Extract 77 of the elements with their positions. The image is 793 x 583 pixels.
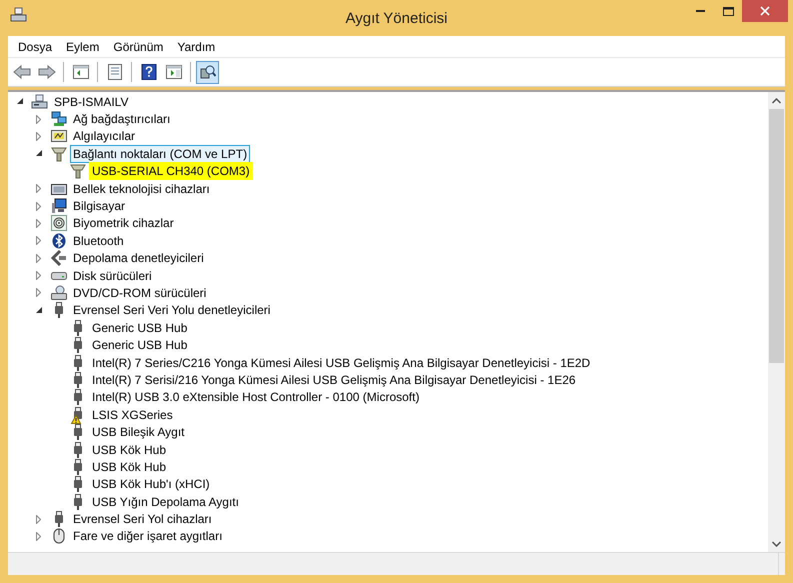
close-icon[interactable]	[742, 0, 788, 22]
tree-item[interactable]: Intel(R) 7 Series/C216 Yonga Kümesi Ailesi USB Gelişmiş Ana Bilgisayar Denetleyicisi - 1E2D	[89, 354, 594, 372]
usb-plug-icon	[72, 354, 82, 371]
menu-item[interactable]: Eylem	[59, 40, 106, 54]
window-title: Aygıt Yöneticisi	[346, 10, 448, 27]
tree-item[interactable]: USB Kök Hub	[89, 458, 170, 476]
fingerprint-icon	[50, 215, 66, 232]
tree-item[interactable]: Disk sürücüleri	[70, 266, 155, 285]
expanded-arrow-icon[interactable]	[36, 150, 43, 158]
scan-hardware-icon[interactable]	[196, 60, 219, 84]
tree-item[interactable]: Fare ve diğer işaret aygıtları	[70, 527, 226, 546]
usb-plug-icon	[54, 511, 64, 528]
collapsed-arrow-icon[interactable]	[36, 271, 41, 280]
tree-item[interactable]: Evrensel Seri Veri Yolu denetleyicileri	[70, 301, 274, 320]
expanded-arrow-icon[interactable]	[36, 306, 43, 314]
computer-icon	[31, 94, 48, 110]
usb-plug-icon	[72, 442, 82, 458]
tree-item[interactable]: USB Kök Hub	[89, 440, 170, 459]
menu-item[interactable]: Yardım	[170, 40, 222, 54]
expanded-arrow-icon[interactable]	[17, 98, 24, 106]
storage-controller-icon	[50, 250, 66, 266]
scroll-thumb[interactable]	[769, 109, 784, 363]
port-icon	[50, 146, 66, 162]
scroll-down-icon[interactable]	[772, 540, 781, 546]
tree-item[interactable]: Bellek teknolojisi cihazları	[70, 180, 213, 198]
collapsed-arrow-icon[interactable]	[36, 114, 41, 124]
collapsed-arrow-icon[interactable]	[36, 514, 41, 524]
port-icon	[70, 163, 86, 180]
tree-item[interactable]: USB-SERIAL CH340 (COM3)	[89, 162, 253, 180]
usb-plug-icon	[72, 494, 82, 510]
disk-drive-icon	[50, 272, 66, 280]
tree-item[interactable]: SPB-ISMAILV	[51, 92, 132, 111]
usb-plug-icon	[72, 458, 82, 475]
collapsed-arrow-icon[interactable]	[36, 236, 41, 246]
usb-plug-icon	[72, 337, 82, 354]
scroll-up-icon[interactable]	[772, 98, 781, 104]
tree-item[interactable]: USB Kök Hub'ı (xHCI)	[89, 475, 213, 494]
collapsed-arrow-icon[interactable]	[36, 132, 41, 141]
collapsed-arrow-icon[interactable]	[36, 532, 41, 541]
usb-plug-icon	[72, 372, 82, 388]
device-manager-icon	[10, 7, 27, 23]
tree-item[interactable]: Generic USB Hub	[89, 336, 190, 354]
tree-item[interactable]: Bilgisayar	[70, 197, 128, 216]
usb-plug-icon	[72, 476, 82, 492]
scrollbar[interactable]	[768, 92, 785, 552]
collapsed-arrow-icon[interactable]	[36, 288, 41, 298]
mouse-icon	[52, 528, 66, 544]
usb-plug-icon	[72, 424, 82, 440]
collapsed-arrow-icon[interactable]	[36, 202, 41, 211]
usb-plug-icon	[72, 320, 82, 336]
tree-item[interactable]: DVD/CD-ROM sürücüleri	[70, 284, 210, 302]
menu-item[interactable]: Dosya	[11, 40, 60, 54]
tree-item[interactable]: Generic USB Hub	[89, 318, 190, 337]
tree-item[interactable]: USB Bileşik Aygıt	[89, 423, 188, 442]
tree-item[interactable]: Ağ bağdaştırıcıları	[70, 110, 174, 128]
usb-plug-icon	[54, 302, 64, 318]
network-icon	[50, 111, 66, 128]
tree-item[interactable]: Bağlantı noktaları (COM ve LPT)	[70, 144, 250, 163]
sensor-icon	[50, 128, 66, 144]
menu-item[interactable]: Görünüm	[106, 40, 170, 54]
tree-item[interactable]: Depolama denetleyicileri	[70, 249, 207, 268]
tree-item[interactable]: USB Yığın Depolama Aygıtı	[89, 492, 242, 511]
bluetooth-icon	[50, 232, 66, 249]
collapsed-arrow-icon[interactable]	[36, 218, 41, 228]
tree-item[interactable]: LSIS XGSeries	[89, 406, 176, 424]
dvd-drive-icon	[50, 284, 66, 301]
computer-icon	[50, 198, 66, 214]
tree-item[interactable]: Biyometrik cihazlar	[70, 214, 177, 232]
usb-plug-icon	[72, 389, 82, 406]
tree-item[interactable]: Algılayıcılar	[70, 127, 138, 146]
collapsed-arrow-icon[interactable]	[36, 184, 41, 194]
warning-icon	[71, 414, 81, 424]
tree-item[interactable]: Intel(R) USB 3.0 eXtensible Host Controller - 0100 (Microsoft)	[89, 388, 422, 406]
tree-item[interactable]: Intel(R) 7 Serisi/216 Yonga Kümesi Ailesi USB Gelişmiş Ana Bilgisayar Denetleyicisi - 1E26	[89, 370, 579, 389]
tree-item[interactable]: Evrensel Seri Yol cihazları	[70, 510, 215, 528]
collapsed-arrow-icon[interactable]	[36, 254, 41, 263]
tree-item[interactable]: Bluetooth	[70, 232, 127, 250]
